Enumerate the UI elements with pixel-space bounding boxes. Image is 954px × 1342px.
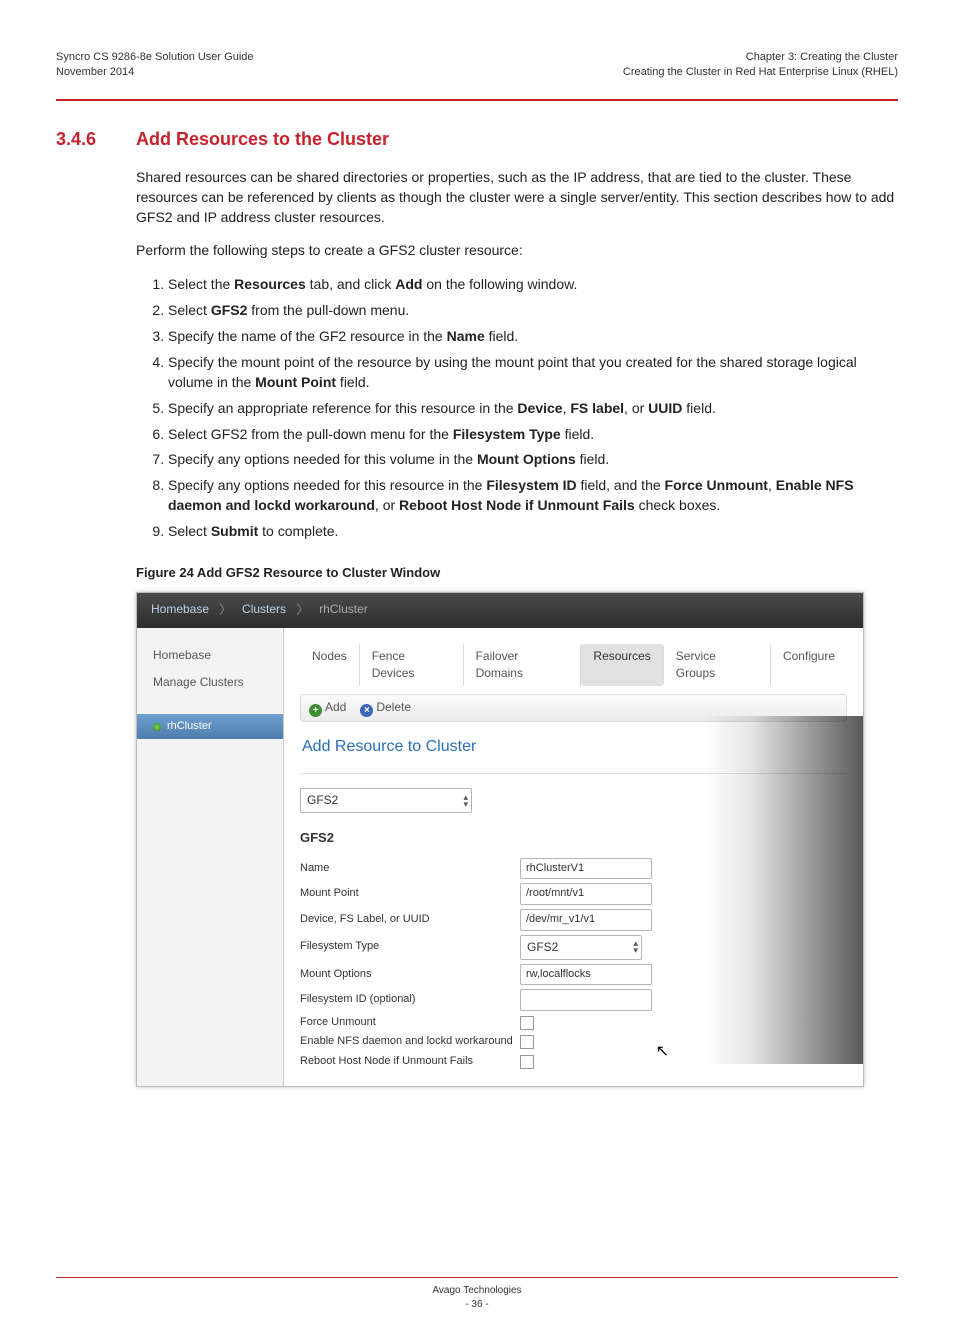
section-number: 3.4.6 <box>56 129 136 150</box>
form-row: Mount Point/root/mnt/v1 <box>300 883 847 905</box>
footer-company: Avago Technologies <box>56 1284 898 1298</box>
step-3: Specify the name of the GF2 resource in … <box>168 327 898 347</box>
tab-service-groups[interactable]: Service Groups <box>664 644 771 686</box>
header-right-section: Creating the Cluster in Red Hat Enterpri… <box>623 65 898 80</box>
step-4: Specify the mount point of the resource … <box>168 353 898 393</box>
select-arrows-icon: ▴▾ <box>633 940 638 954</box>
field-label: Mount Point <box>300 886 520 902</box>
crumb-clusters[interactable]: Clusters <box>242 601 286 619</box>
step-6: Select GFS2 from the pull-down menu for … <box>168 425 898 445</box>
figure-caption: Figure 24 Add GFS2 Resource to Cluster W… <box>136 564 898 582</box>
field-label: Enable NFS daemon and lockd workaround <box>300 1034 520 1050</box>
header-left-date: November 2014 <box>56 65 254 80</box>
tab-resources[interactable]: Resources <box>581 644 663 686</box>
crumb-current: rhCluster <box>319 601 368 619</box>
sidebar-item-manage-clusters[interactable]: Manage Clusters <box>137 669 283 696</box>
field-label: Reboot Host Node if Unmount Fails <box>300 1054 520 1070</box>
page-footer: Avago Technologies - 36 - <box>56 1277 898 1312</box>
screenshot: Homebase 〉 Clusters 〉 rhCluster Homebase… <box>136 592 864 1086</box>
field-label: Filesystem ID (optional) <box>300 992 520 1008</box>
step-2: Select GFS2 from the pull-down menu. <box>168 301 898 321</box>
field-label: Force Unmount <box>300 1015 520 1031</box>
form-row: Filesystem ID (optional) <box>300 989 847 1011</box>
chevron-right-icon: 〉 <box>296 601 309 619</box>
step-5: Specify an appropriate reference for thi… <box>168 399 898 419</box>
type-heading: GFS2 <box>300 829 847 847</box>
paragraph-lead: Perform the following steps to create a … <box>136 241 898 261</box>
delete-button[interactable]: ×Delete <box>360 699 411 718</box>
form-row: Enable NFS daemon and lockd workaround <box>300 1034 847 1050</box>
tab-failover-domains[interactable]: Failover Domains <box>464 644 582 686</box>
section-heading: 3.4.6 Add Resources to the Cluster <box>56 129 898 150</box>
crumb-homebase[interactable]: Homebase <box>151 601 209 619</box>
field-label: Device, FS Label, or UUID <box>300 912 520 928</box>
chevron-right-icon: 〉 <box>219 601 232 619</box>
text-input[interactable]: /dev/mr_v1/v1 <box>520 909 652 931</box>
form-row: Reboot Host Node if Unmount Fails <box>300 1054 847 1070</box>
checkbox-input[interactable] <box>520 1055 534 1069</box>
section-title: Add Resources to the Cluster <box>136 129 389 150</box>
tabs: Nodes Fence Devices Failover Domains Res… <box>284 628 863 686</box>
field-label: Name <box>300 861 520 877</box>
dialog-panel: Add Resource to Cluster GFS2 ▴▾ GFS2 Nam… <box>300 722 847 1069</box>
resource-type-select[interactable]: GFS2 ▴▾ <box>300 788 472 813</box>
text-input[interactable]: rhClusterV1 <box>520 858 652 880</box>
paragraph-intro: Shared resources can be shared directori… <box>136 168 898 228</box>
sidebar: Homebase Manage Clusters rhCluster <box>137 628 284 1086</box>
page-header: Syncro CS 9286-8e Solution User Guide No… <box>56 50 898 101</box>
field-label: Mount Options <box>300 967 520 983</box>
select-arrows-icon: ▴▾ <box>463 794 468 808</box>
sidebar-item-selected[interactable]: rhCluster <box>137 714 283 740</box>
form-row: NamerhClusterV1 <box>300 858 847 880</box>
field-label: Filesystem Type <box>300 939 520 955</box>
text-input[interactable] <box>520 989 652 1011</box>
text-input[interactable]: /root/mnt/v1 <box>520 883 652 905</box>
toolbar: +Add ×Delete <box>300 694 847 723</box>
tab-configure[interactable]: Configure <box>771 644 847 686</box>
step-1: Select the Resources tab, and click Add … <box>168 275 898 295</box>
checkbox-input[interactable] <box>520 1016 534 1030</box>
steps-list: Select the Resources tab, and click Add … <box>136 275 898 542</box>
text-input[interactable]: rw,localflocks <box>520 964 652 986</box>
status-dot-icon <box>153 723 161 731</box>
form-row: Mount Optionsrw,localflocks <box>300 964 847 986</box>
plus-icon: + <box>309 704 322 717</box>
x-icon: × <box>360 704 373 717</box>
step-8: Specify any options needed for this reso… <box>168 476 898 516</box>
select-input[interactable]: GFS2▴▾ <box>520 935 642 960</box>
tab-nodes[interactable]: Nodes <box>300 644 360 686</box>
step-9: Select Submit to complete. <box>168 522 898 542</box>
step-7: Specify any options needed for this volu… <box>168 450 898 470</box>
form-row: Force Unmount <box>300 1015 847 1031</box>
header-left-title: Syncro CS 9286-8e Solution User Guide <box>56 50 254 65</box>
breadcrumb: Homebase 〉 Clusters 〉 rhCluster <box>137 593 863 627</box>
form-row: Device, FS Label, or UUID/dev/mr_v1/v1 <box>300 909 847 931</box>
tab-fence-devices[interactable]: Fence Devices <box>360 644 464 686</box>
add-button[interactable]: +Add <box>309 699 346 718</box>
footer-page: - 36 - <box>56 1298 898 1312</box>
cursor-icon: ↖ <box>656 1041 669 1064</box>
header-right-chapter: Chapter 3: Creating the Cluster <box>623 50 898 65</box>
dialog-title: Add Resource to Cluster <box>300 722 847 774</box>
form-row: Filesystem TypeGFS2▴▾ <box>300 935 847 960</box>
sidebar-item-homebase[interactable]: Homebase <box>137 642 283 669</box>
main-panel: Nodes Fence Devices Failover Domains Res… <box>284 628 863 1086</box>
checkbox-input[interactable] <box>520 1035 534 1049</box>
